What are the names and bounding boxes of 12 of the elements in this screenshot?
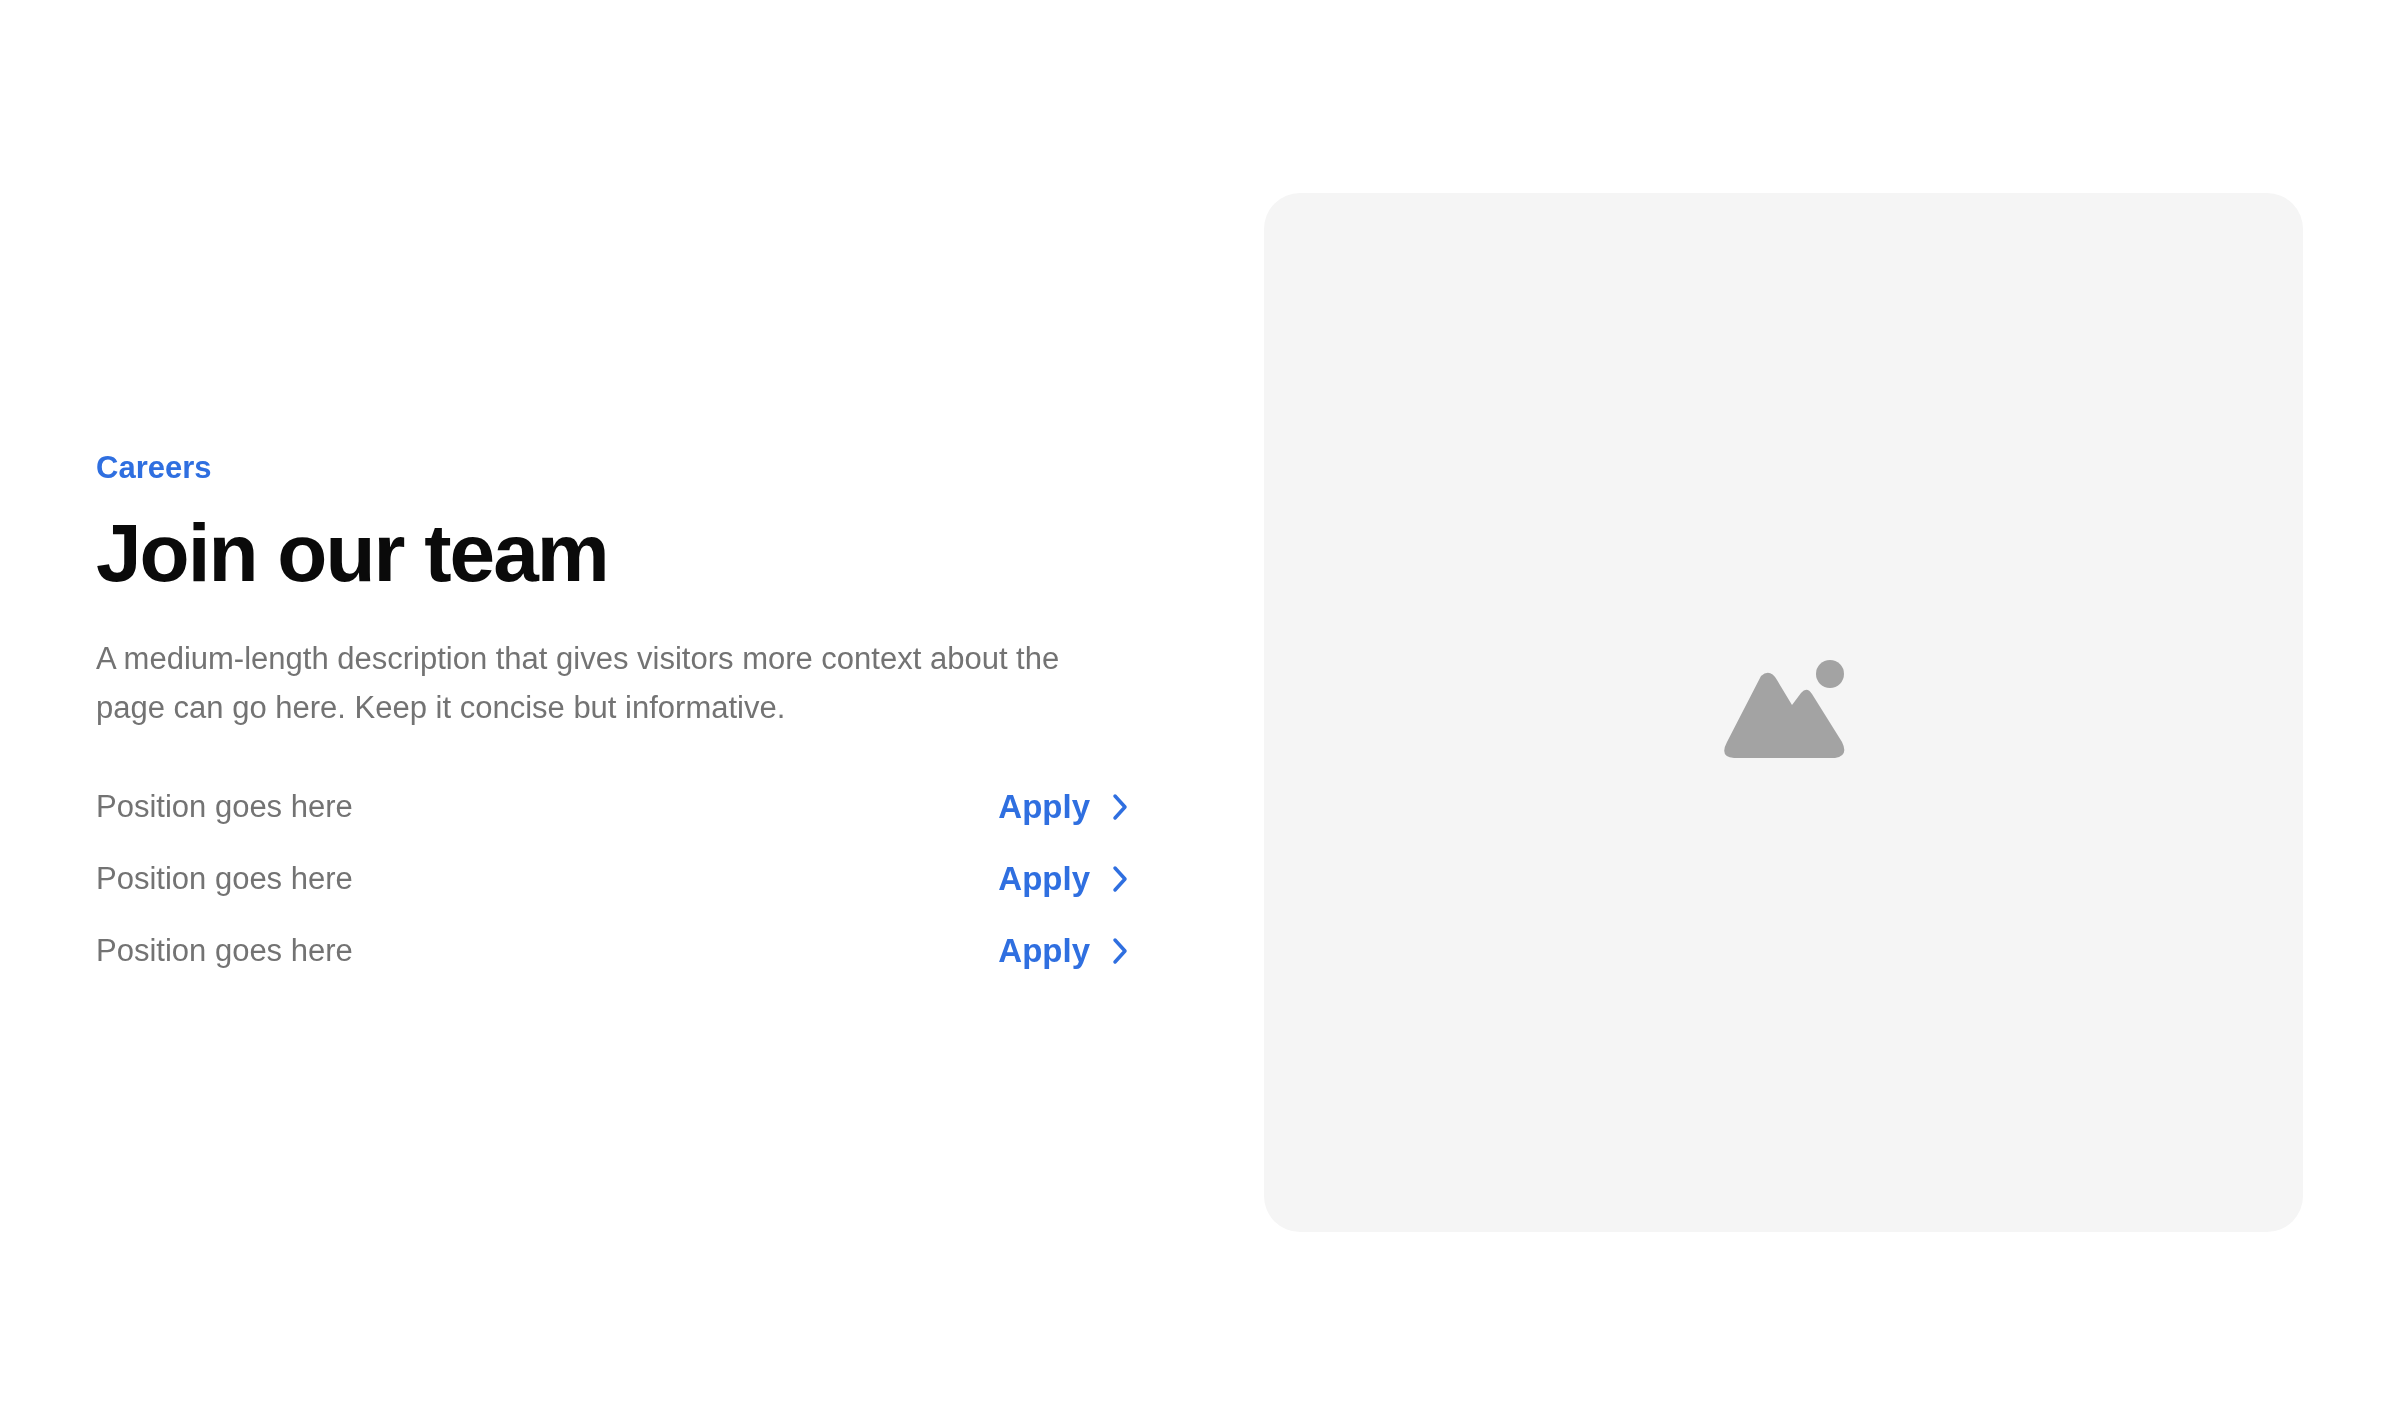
apply-link[interactable]: Apply	[998, 932, 1128, 971]
description-text: A medium-length description that gives visitors more context about the page can go here. Keep it concise but informative.	[96, 640, 1061, 728]
apply-link[interactable]: Apply	[998, 860, 1128, 899]
chevron-right-icon	[1112, 865, 1128, 894]
apply-link[interactable]: Apply	[998, 788, 1128, 827]
position-title: Position goes here	[96, 933, 353, 970]
position-title: Position goes here	[96, 861, 353, 898]
chevron-right-icon	[1112, 793, 1128, 822]
position-title: Position goes here	[96, 789, 353, 826]
chevron-right-icon	[1112, 937, 1128, 966]
page-heading: Join our team	[96, 507, 609, 599]
eyebrow-label: Careers	[96, 449, 213, 486]
